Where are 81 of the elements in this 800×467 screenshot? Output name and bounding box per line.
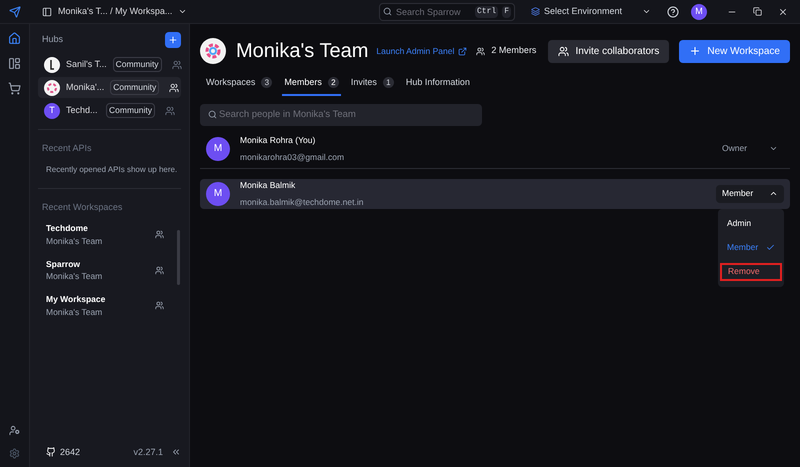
caret-icon [769,144,778,153]
members-count: 2 Members [491,44,536,58]
environment-dropdown[interactable]: Select Environment [531,4,651,18]
member-avatar: M [206,136,230,160]
plus-icon [689,45,702,57]
search-icon [208,110,217,119]
github-icon[interactable] [46,447,56,458]
workspace-team: Monika's Team [46,306,104,318]
community-badge: Community [110,80,160,95]
add-hub-button[interactable] [165,32,181,48]
home-icon[interactable] [8,32,21,45]
role-dropdown[interactable]: Member [716,184,784,202]
cart-icon[interactable] [8,82,21,95]
role-menu-item[interactable]: Remove [720,262,782,280]
caret-icon [642,7,651,16]
user-avatar[interactable]: M [691,4,707,20]
maximize-icon[interactable] [753,7,762,16]
community-badge: Community [112,57,162,72]
new-workspace-button[interactable]: New Workspace [679,40,790,62]
search-icon [383,7,392,16]
members-icon [476,46,486,56]
caret-icon [178,7,188,16]
tab[interactable]: Invites 1 [348,76,396,96]
external-link-icon [458,46,468,56]
role-menu-item[interactable]: Admin [720,214,782,232]
hubs-title: Hubs [42,33,64,46]
hub-name: Sanil's T... [66,58,107,71]
workspace-name[interactable]: Sparrow [46,258,155,270]
environment-label: Select Environment [544,4,622,18]
user-settings-icon[interactable] [9,425,20,436]
panel-icon [42,6,52,16]
hub-item[interactable]: Monika'... Community [38,77,181,98]
invite-collaborators-button[interactable]: Invite collaborators [548,40,670,62]
member-avatar: M [206,182,230,206]
hub-item[interactable]: T Techd... Community [38,100,181,121]
community-badge: Community [106,103,155,118]
people-search-field[interactable]: Search people in Monika's Team [200,104,482,126]
collapse-icon[interactable] [171,447,181,458]
role-dropdown[interactable]: Owner [716,140,784,158]
tab[interactable]: Members 2 [282,76,341,96]
layers-icon [531,7,540,16]
member-name: Monika Balmik [240,178,296,192]
caret-icon [769,189,778,198]
users-icon [169,82,180,92]
workspace-name[interactable]: Techdome [46,222,155,235]
workspace-team: Monika's Team [46,234,104,248]
users-icon [155,230,164,240]
team-title: Monika's Team [236,39,368,64]
hub-item[interactable]: Sanil's T... Community [38,54,181,75]
hub-name: Monika'... [66,80,104,94]
hub-avatar: T [44,102,60,118]
member-email: monikarohra03@gmail.com [240,150,344,164]
github-stars: 2642 [60,446,80,458]
app-logo-icon [9,6,21,18]
member-name: Monika Rohra (You) [240,134,316,146]
users-icon [155,301,164,310]
launch-admin-link[interactable]: Launch Admin Panel [376,44,468,58]
recent-apis-title: Recent APIs [42,142,93,155]
hub-name: Techd... [66,104,99,117]
tab[interactable]: Hub Information [404,76,472,96]
users-icon [172,60,182,70]
breadcrumb: Monika's T... / My Workspa... [58,4,172,18]
team-logo-icon [200,38,226,64]
plus-icon [168,35,178,45]
recent-apis-empty-text: Recently opened APIs show up here. [45,164,178,176]
recent-workspaces-title: Recent Workspaces [42,200,124,214]
users-icon [165,106,175,116]
version-text: v2.27.1 [133,446,163,458]
help-icon[interactable] [667,6,679,18]
tab[interactable]: Workspaces 3 [204,76,274,96]
check-icon [766,243,775,252]
workspace-team: Monika's Team [46,270,104,283]
layout-icon[interactable] [8,57,21,70]
close-icon[interactable] [778,6,788,16]
workspace-switcher[interactable]: Monika's T... / My Workspa... [42,4,188,18]
workspace-name[interactable]: My Workspace [46,293,155,306]
users-icon [155,266,164,275]
member-email: monika.balmik@techdome.net.in [240,196,364,208]
users-icon [558,46,570,56]
settings-icon[interactable] [9,448,20,459]
role-menu-item[interactable]: Member [720,238,782,256]
